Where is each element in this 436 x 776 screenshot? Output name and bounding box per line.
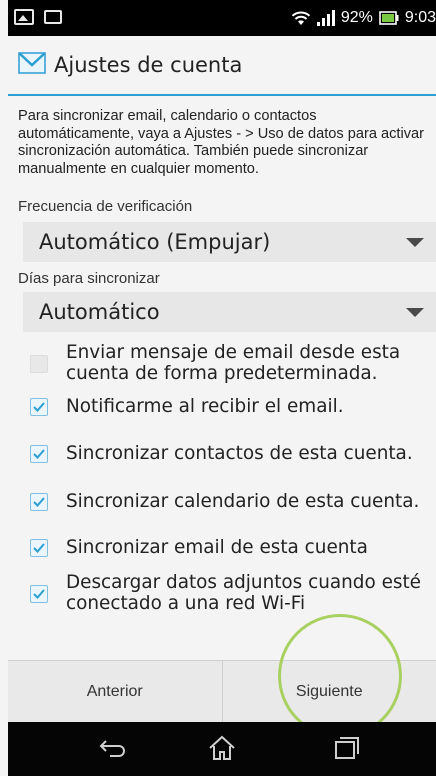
option-label: Enviar mensaje de email desde esta cuent…: [66, 342, 401, 384]
option-sync-contacts[interactable]: Sincronizar contactos de esta cuenta.: [8, 441, 436, 467]
sync-info-text: Para sincronizar email, calendario o con…: [18, 108, 425, 177]
option-default-account[interactable]: Enviar mensaje de email desde esta cuent…: [8, 342, 436, 386]
option-label: Sincronizar calendario de esta cuenta.: [66, 491, 420, 512]
option-label: Sincronizar email de esta cuenta: [66, 537, 368, 558]
frequency-label: Frecuencia de verificación: [18, 198, 193, 215]
home-icon[interactable]: [204, 730, 240, 770]
battery-icon: [379, 11, 399, 25]
option-label: Descargar datos adjuntos cuando esté con…: [66, 572, 421, 614]
option-sync-calendar[interactable]: Sincronizar calendario de esta cuenta.: [8, 489, 436, 515]
checkbox[interactable]: [30, 585, 48, 603]
status-bar: 92% 9:03: [8, 0, 436, 36]
signal-icon: [316, 10, 335, 26]
wifi-icon: [291, 10, 311, 26]
back-icon[interactable]: [94, 730, 130, 770]
option-download-attachments[interactable]: Descargar datos adjuntos cuando esté con…: [8, 570, 436, 616]
sync-days-select[interactable]: Automático: [23, 292, 436, 332]
frequency-select[interactable]: Automático (Empujar): [23, 222, 436, 262]
sync-days-label: Días para sincronizar: [18, 270, 160, 287]
previous-button[interactable]: Anterior: [8, 661, 222, 723]
battery-percent: 92%: [340, 9, 373, 26]
screen: 92% 9:03 Ajustes de cuenta Para sincroni…: [8, 0, 436, 776]
option-sync-email[interactable]: Sincronizar email de esta cuenta: [8, 535, 436, 561]
sd-card-icon: [44, 10, 62, 24]
next-button[interactable]: Siguiente: [221, 661, 436, 723]
recent-apps-icon[interactable]: [328, 730, 364, 770]
chevron-down-icon: [406, 238, 424, 247]
clock: 9:03: [404, 9, 436, 26]
option-notify[interactable]: Notificarme al recibir el email.: [8, 394, 436, 420]
sync-days-value: Automático: [39, 300, 160, 324]
frequency-value: Automático (Empujar): [39, 230, 271, 254]
checkbox[interactable]: [30, 493, 48, 511]
checkbox[interactable]: [30, 539, 48, 557]
page-title: Ajustes de cuenta: [54, 53, 243, 77]
checkbox[interactable]: [30, 355, 48, 373]
option-label: Sincronizar contactos de esta cuenta.: [66, 443, 413, 464]
chevron-down-icon: [406, 308, 424, 317]
mail-icon: [18, 52, 46, 78]
checkbox[interactable]: [30, 398, 48, 416]
checkbox[interactable]: [30, 445, 48, 463]
navigation-bar: [8, 722, 436, 776]
option-label: Notificarme al recibir el email.: [66, 396, 344, 417]
app-header: Ajustes de cuenta: [8, 36, 436, 96]
picture-icon: [14, 9, 34, 25]
wizard-button-bar: Anterior Siguiente: [8, 660, 436, 723]
